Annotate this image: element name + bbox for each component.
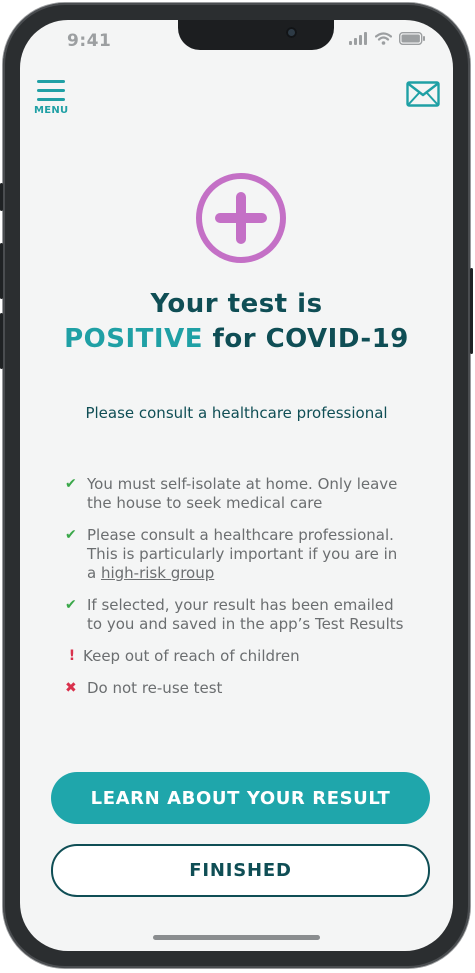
list-item: ✔ Please consult a healthcare profession… [65, 526, 405, 583]
silent-switch [0, 183, 3, 211]
power-button [470, 268, 473, 354]
positive-label: POSITIVE [64, 324, 203, 354]
consult-subtitle: Please consult a healthcare professional [85, 404, 388, 422]
menu-button[interactable]: MENU [34, 80, 68, 116]
instruction-text: If selected, your result has been emaile… [87, 596, 404, 633]
camera-icon [286, 27, 297, 38]
list-item: ✖ Do not re-use test [65, 679, 405, 698]
phone-frame: 9:41 MENU Your test is POSITIVE for COVI… [0, 3, 473, 968]
learn-about-result-button[interactable]: LEARN ABOUT YOUR RESULT [51, 772, 430, 824]
hamburger-line [37, 89, 65, 92]
list-item: ✔ You must self-isolate at home. Only le… [65, 475, 405, 513]
instructions-list: ✔ You must self-isolate at home. Only le… [65, 475, 405, 711]
check-icon: ✔ [65, 527, 77, 543]
high-risk-group-link[interactable]: high-risk group [101, 564, 214, 582]
list-item: ✔ If selected, your result has been emai… [65, 596, 405, 634]
headline-disease: for COVID-19 [202, 324, 409, 354]
instruction-text: You must self-isolate at home. Only leav… [87, 475, 398, 512]
list-item: ! Keep out of reach of children [65, 647, 405, 666]
mail-icon[interactable] [406, 81, 440, 107]
app-screen: 9:41 MENU Your test is POSITIVE for COVI… [20, 20, 453, 951]
result-headline: Your test is POSITIVE for COVID-19 [20, 287, 453, 357]
instruction-text: Please consult a healthcare professional… [87, 526, 405, 583]
instruction-text: Keep out of reach of children [83, 647, 300, 665]
volume-up-button [0, 243, 3, 299]
volume-down-button [0, 313, 3, 369]
cross-icon: ✖ [65, 680, 77, 696]
battery-icon [399, 32, 425, 45]
check-icon: ✔ [65, 597, 77, 613]
exclamation-icon: ! [68, 648, 76, 664]
home-indicator[interactable] [153, 935, 320, 940]
instruction-text: Do not re-use test [87, 679, 223, 697]
check-icon: ✔ [65, 476, 77, 492]
menu-label: MENU [34, 105, 69, 116]
hamburger-icon [37, 80, 65, 83]
finished-button[interactable]: FINISHED [51, 844, 430, 897]
hamburger-line [37, 98, 65, 101]
status-time: 9:41 [67, 31, 112, 51]
wifi-icon [375, 32, 392, 45]
headline-line1: Your test is [150, 289, 323, 319]
positive-plus-icon [196, 173, 286, 263]
headline-line2: POSITIVE for COVID-19 [20, 322, 453, 357]
status-icons [349, 32, 426, 45]
notch [178, 20, 334, 50]
signal-icon [349, 32, 367, 45]
